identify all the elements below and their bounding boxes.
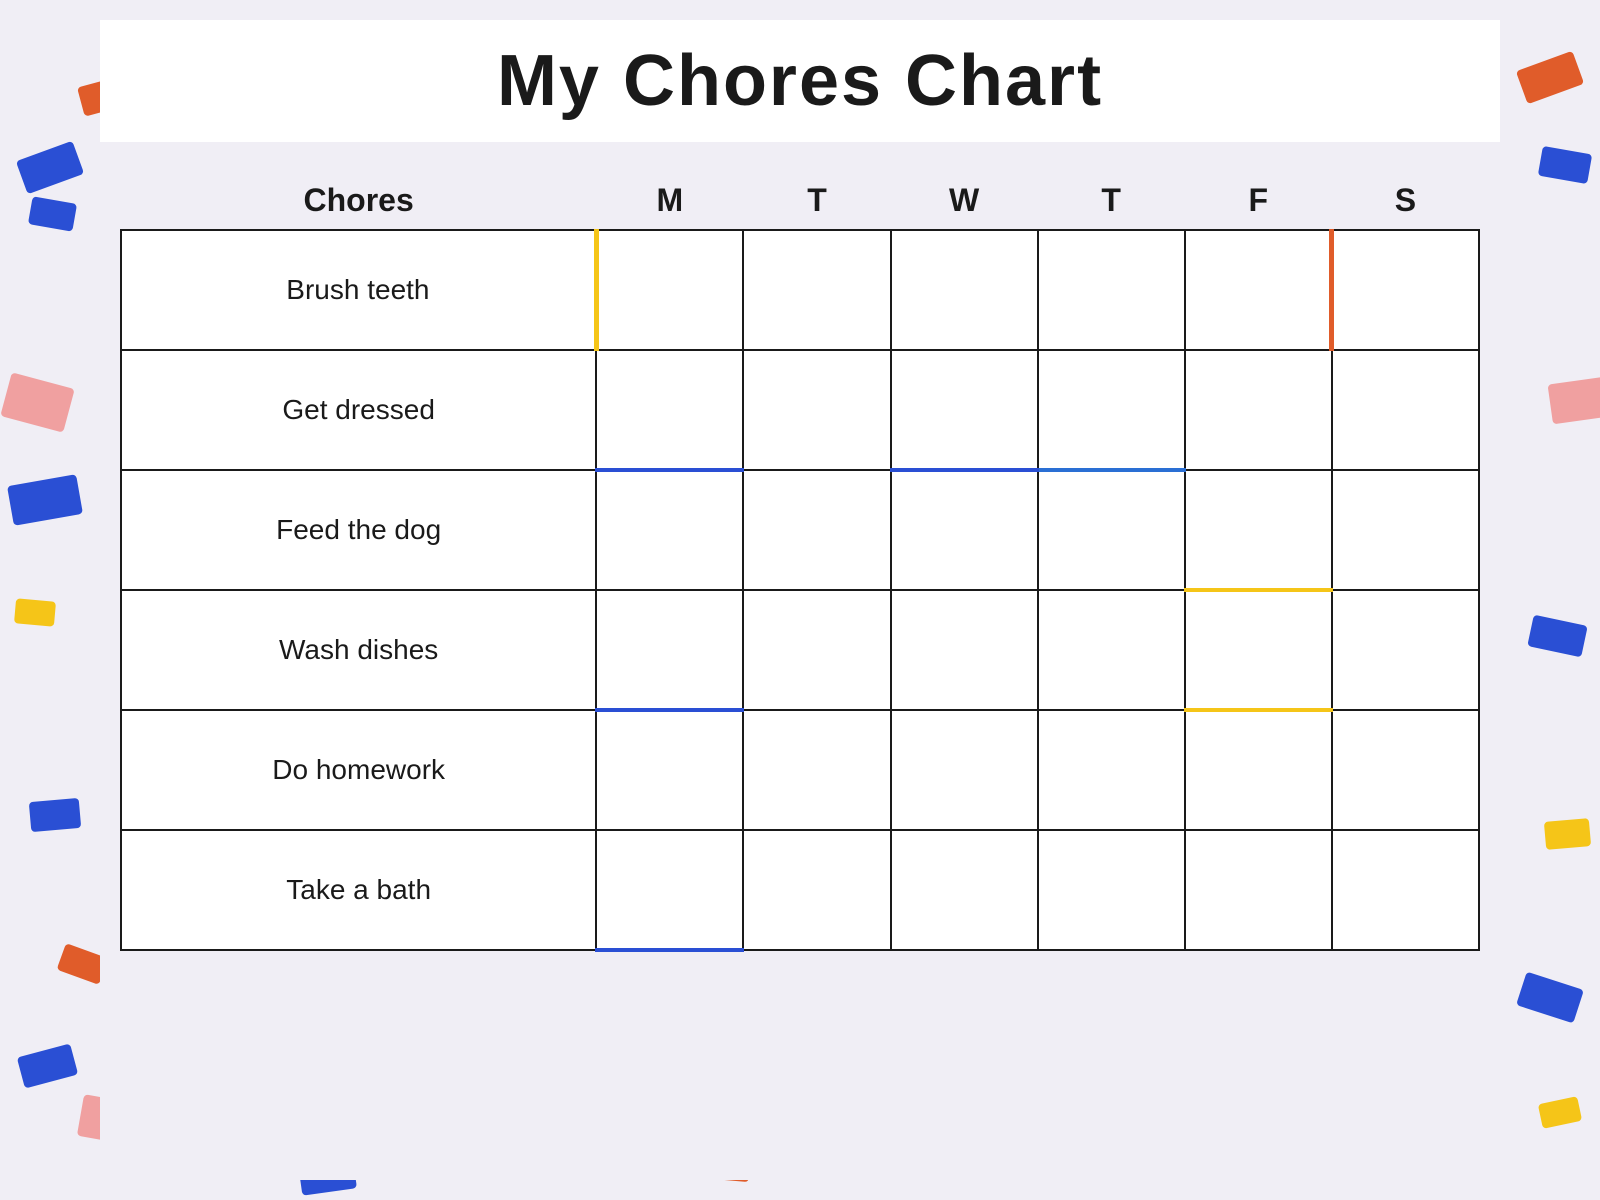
check-cell-row0-col5[interactable]: [1332, 230, 1479, 350]
check-cell-row3-col5[interactable]: [1332, 590, 1479, 710]
check-cell-row5-col3[interactable]: [1038, 830, 1185, 950]
check-cell-row2-col5[interactable]: [1332, 470, 1479, 590]
check-cell-row2-col0[interactable]: [596, 470, 743, 590]
check-cell-row5-col0[interactable]: [596, 830, 743, 950]
day-header-m: M: [596, 172, 743, 230]
check-cell-row2-col2[interactable]: [891, 470, 1038, 590]
decoration-15: [1516, 972, 1584, 1024]
day-header-t1: T: [743, 172, 890, 230]
check-cell-row4-col1[interactable]: [743, 710, 890, 830]
chore-label-4: Do homework: [121, 710, 596, 830]
header-row: Chores M T W T F S: [121, 172, 1479, 230]
table-row: Get dressed: [121, 350, 1479, 470]
chore-label-2: Feed the dog: [121, 470, 596, 590]
decoration-16: [1538, 1096, 1582, 1129]
page-container: My Chores Chart Chores M T W T F S Brush…: [100, 20, 1500, 1180]
check-cell-row0-col3[interactable]: [1038, 230, 1185, 350]
check-cell-row3-col1[interactable]: [743, 590, 890, 710]
table-row: Take a bath: [121, 830, 1479, 950]
check-cell-row3-col0[interactable]: [596, 590, 743, 710]
decoration-6: [29, 798, 81, 832]
decoration-1: [28, 196, 77, 231]
check-cell-row5-col4[interactable]: [1185, 830, 1332, 950]
table-row: Feed the dog: [121, 470, 1479, 590]
decoration-10: [1516, 51, 1584, 104]
check-cell-row0-col1[interactable]: [743, 230, 890, 350]
day-header-w: W: [891, 172, 1038, 230]
check-cell-row3-col3[interactable]: [1038, 590, 1185, 710]
chore-label-3: Wash dishes: [121, 590, 596, 710]
table-row: Do homework: [121, 710, 1479, 830]
day-header-f: F: [1185, 172, 1332, 230]
check-cell-row4-col5[interactable]: [1332, 710, 1479, 830]
check-cell-row4-col0[interactable]: [596, 710, 743, 830]
check-cell-row5-col5[interactable]: [1332, 830, 1479, 950]
check-cell-row2-col1[interactable]: [743, 470, 890, 590]
check-cell-row4-col3[interactable]: [1038, 710, 1185, 830]
chore-label-1: Get dressed: [121, 350, 596, 470]
decoration-11: [1538, 146, 1592, 184]
check-cell-row2-col4[interactable]: [1185, 470, 1332, 590]
decoration-12: [1548, 376, 1600, 425]
check-cell-row3-col4[interactable]: [1185, 590, 1332, 710]
check-cell-row5-col2[interactable]: [891, 830, 1038, 950]
check-cell-row1-col1[interactable]: [743, 350, 890, 470]
chore-label-5: Take a bath: [121, 830, 596, 950]
check-cell-row4-col2[interactable]: [891, 710, 1038, 830]
table-row: Wash dishes: [121, 590, 1479, 710]
title-box: My Chores Chart: [100, 20, 1500, 142]
table-row: Brush teeth: [121, 230, 1479, 350]
decoration-14: [1544, 818, 1591, 850]
check-cell-row1-col0[interactable]: [596, 350, 743, 470]
page-title: My Chores Chart: [497, 41, 1103, 121]
day-header-t2: T: [1038, 172, 1185, 230]
check-cell-row2-col3[interactable]: [1038, 470, 1185, 590]
chores-column-header: Chores: [121, 172, 596, 230]
check-cell-row3-col2[interactable]: [891, 590, 1038, 710]
chore-label-0: Brush teeth: [121, 230, 596, 350]
decoration-8: [17, 1043, 78, 1088]
decoration-4: [7, 474, 83, 526]
check-cell-row0-col0[interactable]: [596, 230, 743, 350]
decoration-3: [14, 598, 56, 626]
check-cell-row0-col4[interactable]: [1185, 230, 1332, 350]
chores-table: Chores M T W T F S Brush teethGet dresse…: [120, 172, 1480, 952]
decoration-0: [16, 141, 84, 194]
check-cell-row0-col2[interactable]: [891, 230, 1038, 350]
check-cell-row4-col4[interactable]: [1185, 710, 1332, 830]
check-cell-row1-col4[interactable]: [1185, 350, 1332, 470]
day-header-s: S: [1332, 172, 1479, 230]
check-cell-row1-col3[interactable]: [1038, 350, 1185, 470]
check-cell-row5-col1[interactable]: [743, 830, 890, 950]
check-cell-row1-col2[interactable]: [891, 350, 1038, 470]
check-cell-row1-col5[interactable]: [1332, 350, 1479, 470]
chart-area: Chores M T W T F S Brush teethGet dresse…: [100, 172, 1500, 952]
decoration-13: [1527, 615, 1587, 658]
decoration-5: [0, 372, 74, 432]
